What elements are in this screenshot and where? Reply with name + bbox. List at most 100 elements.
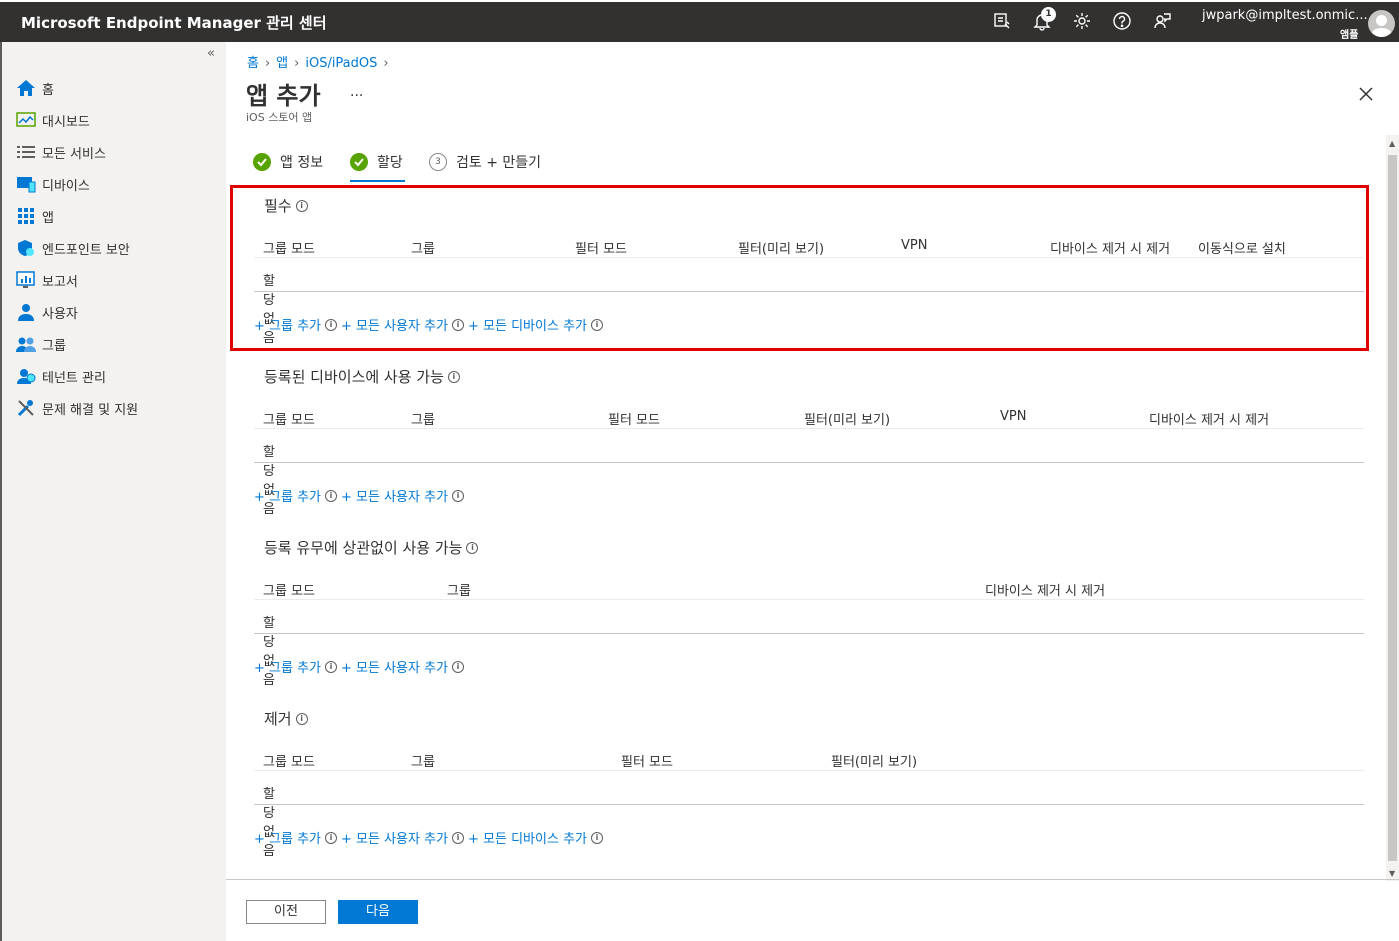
sidebar-item-devices[interactable]: 디바이스 <box>16 172 90 196</box>
column-header: 필터 모드 <box>608 413 660 428</box>
column-header: 그룹 <box>411 413 435 428</box>
add-group-link[interactable]: + 그룹 추가 <box>254 657 321 676</box>
column-header: 필터(미리 보기) <box>804 413 891 428</box>
sidebar-item-label: 보고서 <box>42 274 78 290</box>
add-links: + 그룹 추가 i + 모든 사용자 추가 i <box>254 657 468 676</box>
column-header: 디바이스 제거 시 제거 <box>1149 413 1270 428</box>
sidebar-item-label: 앱 <box>42 210 54 226</box>
user-icon <box>16 303 36 321</box>
section-title: 등록 유무에 상관없이 사용 가능 i <box>264 537 479 558</box>
info-icon[interactable]: i <box>325 318 337 331</box>
info-icon[interactable]: i <box>452 318 465 331</box>
empty-row: 할당 없음 <box>263 445 275 517</box>
sidebar-item-apps[interactable]: 앱 <box>16 204 54 228</box>
column-header: 그룹 모드 <box>263 584 315 599</box>
list-icon <box>16 143 36 161</box>
info-icon[interactable]: i <box>591 318 603 331</box>
sidebar-item-tenant-admin[interactable]: 테넌트 관리 <box>16 364 106 388</box>
column-header: 그룹 <box>411 755 435 770</box>
shield-icon <box>16 239 36 257</box>
column-header: VPN <box>1000 409 1027 424</box>
section-title: 등록된 디바이스에 사용 가능 i <box>264 366 460 387</box>
info-icon[interactable]: i <box>452 831 465 844</box>
sidebar-item-label: 사용자 <box>42 306 78 322</box>
next-button[interactable]: 다음 <box>338 900 418 924</box>
empty-row: 할당 없음 <box>263 787 275 859</box>
step-app-info[interactable]: 앱 정보 <box>253 152 323 172</box>
scrollbar-thumb[interactable] <box>1388 155 1397 861</box>
breadcrumb-apps[interactable]: 앱 <box>276 56 288 71</box>
checkmark-icon <box>350 153 368 171</box>
sidebar-item-endpoint-security[interactable]: 엔드포인트 보안 <box>16 236 130 260</box>
sidebar-item-label: 엔드포인트 보안 <box>42 242 130 258</box>
sidebar-item-all-services[interactable]: 모든 서비스 <box>16 140 106 164</box>
scroll-down-icon[interactable]: ▼ <box>1389 869 1395 878</box>
sidebar-item-label: 디바이스 <box>42 178 90 194</box>
sidebar-item-home[interactable]: 홈 <box>16 76 54 100</box>
info-icon[interactable]: i <box>591 831 603 844</box>
section-title: 제거 i <box>264 708 308 729</box>
column-header: 그룹 모드 <box>263 413 315 428</box>
user-feedback-icon[interactable] <box>1152 11 1174 33</box>
sidebar-item-label: 대시보드 <box>42 114 90 130</box>
add-all-users-link[interactable]: + 모든 사용자 추가 <box>341 315 448 334</box>
checkmark-icon <box>253 153 271 171</box>
breadcrumb: 홈 › 앱 › iOS/iPadOS › <box>247 56 389 71</box>
step-review-create[interactable]: 3 검토 + 만들기 <box>429 152 541 172</box>
info-icon[interactable]: i <box>325 831 337 844</box>
scroll-up-icon[interactable]: ▲ <box>1389 139 1395 148</box>
breadcrumb-ios[interactable]: iOS/iPadOS <box>305 56 377 71</box>
info-icon[interactable]: i <box>447 370 460 383</box>
add-all-devices-link[interactable]: + 모든 디바이스 추가 <box>468 315 587 334</box>
add-links: + 그룹 추가 i + 모든 사용자 추가 i <box>254 486 468 505</box>
tenant-icon <box>16 367 36 385</box>
sidebar-item-troubleshooting[interactable]: 문제 해결 및 지원 <box>16 396 138 420</box>
info-icon[interactable]: i <box>452 489 465 502</box>
info-icon[interactable]: i <box>325 660 337 673</box>
info-icon[interactable]: i <box>295 712 308 725</box>
apps-icon <box>16 207 36 225</box>
dashboard-icon <box>16 111 36 129</box>
close-icon[interactable] <box>1356 84 1376 104</box>
add-all-devices-link[interactable]: + 모든 디바이스 추가 <box>468 828 587 847</box>
info-icon[interactable]: i <box>466 541 479 554</box>
add-all-users-link[interactable]: + 모든 사용자 추가 <box>341 657 448 676</box>
add-group-link[interactable]: + 그룹 추가 <box>254 315 321 334</box>
sidebar-item-groups[interactable]: 그룹 <box>16 332 66 356</box>
info-icon[interactable]: i <box>325 489 337 502</box>
empty-row: 할당 없음 <box>263 274 275 346</box>
step-assignments[interactable]: 할당 <box>350 152 403 172</box>
vertical-scrollbar[interactable]: ▲ ▼ <box>1386 135 1399 881</box>
add-group-link[interactable]: + 그룹 추가 <box>254 486 321 505</box>
settings-gear-icon[interactable] <box>1072 11 1094 33</box>
previous-button[interactable]: 이전 <box>246 900 326 924</box>
app-title[interactable]: Microsoft Endpoint Manager 관리 센터 <box>21 12 327 33</box>
add-all-users-link[interactable]: + 모든 사용자 추가 <box>341 486 448 505</box>
sidebar-item-dashboard[interactable]: 대시보드 <box>16 108 90 132</box>
info-icon[interactable]: i <box>452 660 465 673</box>
home-icon <box>16 79 36 97</box>
info-icon[interactable]: i <box>295 199 308 212</box>
help-icon[interactable] <box>1112 11 1134 33</box>
column-header: 그룹 모드 <box>263 242 315 257</box>
breadcrumb-home[interactable]: 홈 <box>247 56 259 71</box>
column-header: 디바이스 제거 시 제거 <box>985 584 1106 599</box>
collapse-sidebar-icon[interactable]: « <box>207 46 215 61</box>
notification-badge: 1 <box>1041 7 1056 22</box>
user-email[interactable]: jwpark@impltest.onmic... <box>1202 8 1368 23</box>
top-bar: Microsoft Endpoint Manager 관리 센터 1 jwpar… <box>0 0 1399 42</box>
sidebar: « 홈 대시보드 모든 서비스 디바이스 앱 엔드포인트 보안 보고서 사용자 … <box>0 42 226 941</box>
avatar[interactable] <box>1368 10 1395 37</box>
more-options-button[interactable]: ... <box>350 84 363 100</box>
sidebar-item-reports[interactable]: 보고서 <box>16 268 78 292</box>
page-subtitle: iOS 스토어 앱 <box>246 111 313 124</box>
empty-row: 할당 없음 <box>263 616 275 688</box>
add-all-users-link[interactable]: + 모든 사용자 추가 <box>341 828 448 847</box>
sidebar-item-users[interactable]: 사용자 <box>16 300 78 324</box>
feedback-icon[interactable] <box>992 11 1014 33</box>
add-links: + 그룹 추가 i + 모든 사용자 추가 i + 모든 디바이스 추가 i <box>254 828 607 847</box>
group-icon <box>16 335 36 353</box>
column-header: 필터(미리 보기) <box>831 755 918 770</box>
add-group-link[interactable]: + 그룹 추가 <box>254 828 321 847</box>
column-header: VPN <box>901 238 928 253</box>
